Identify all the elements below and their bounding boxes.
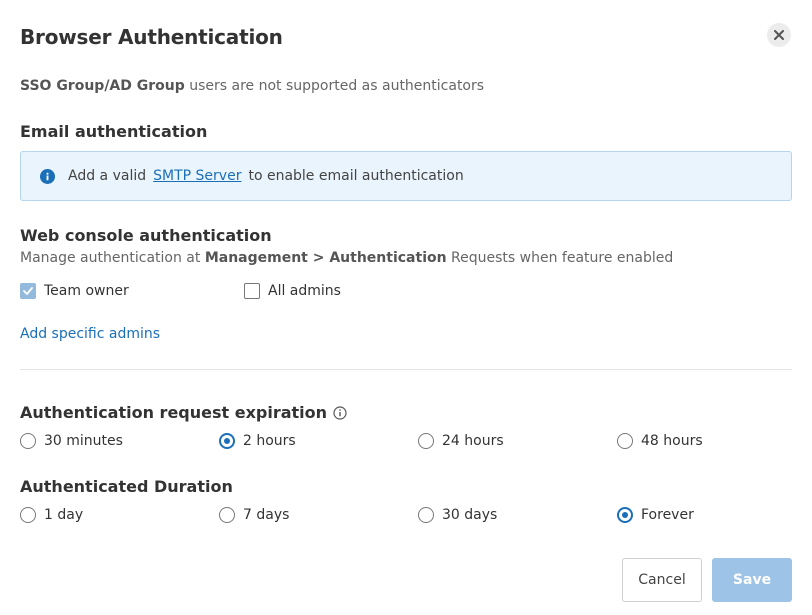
expiration-option-30-minutes[interactable]: 30 minutes	[20, 433, 123, 449]
smtp-info-banner: Add a valid SMTP Server to enable email …	[20, 151, 792, 201]
add-specific-admins-link[interactable]: Add specific admins	[20, 326, 160, 342]
radio-button[interactable]	[20, 433, 36, 449]
expiration-title-row: Authentication request expiration	[20, 403, 347, 422]
expiration-title: Authentication request expiration	[20, 403, 328, 422]
desc-path: Management > Authentication	[204, 250, 447, 266]
all-admins-checkbox[interactable]	[244, 283, 260, 299]
dialog-title: Browser Authentication	[20, 25, 283, 49]
radio-button-selected[interactable]	[617, 507, 633, 523]
team-owner-label: Team owner	[44, 283, 129, 299]
info-text-before: Add a valid	[68, 168, 147, 184]
expiration-option-24-hours[interactable]: 24 hours	[418, 433, 504, 449]
radio-button[interactable]	[418, 507, 434, 523]
duration-option-30-days[interactable]: 30 days	[418, 507, 497, 523]
radio-label: 24 hours	[442, 433, 504, 449]
radio-label: 2 hours	[243, 433, 296, 449]
info-text-after: to enable email authentication	[248, 168, 464, 184]
desc-prefix: Manage authentication at	[20, 250, 205, 266]
sso-note-bold: SSO Group/AD Group	[20, 78, 185, 94]
team-owner-checkbox[interactable]	[20, 283, 36, 299]
duration-option-forever[interactable]: Forever	[617, 507, 694, 523]
desc-suffix: Requests when feature enabled	[446, 250, 674, 266]
all-admins-checkbox-row[interactable]: All admins	[244, 283, 341, 299]
radio-label: 30 days	[442, 507, 498, 523]
radio-button[interactable]	[20, 507, 36, 523]
radio-label: 30 minutes	[44, 433, 123, 449]
checkmark-icon	[23, 287, 33, 295]
team-owner-checkbox-row[interactable]: Team owner	[20, 283, 129, 299]
radio-button[interactable]	[418, 433, 434, 449]
radio-button-selected[interactable]	[219, 433, 235, 449]
sso-note: SSO Group/AD Group users are not support…	[20, 78, 484, 94]
all-admins-label: All admins	[268, 283, 341, 299]
cancel-button[interactable]: Cancel	[622, 558, 702, 602]
smtp-server-link[interactable]: SMTP Server	[153, 168, 241, 184]
radio-label: 48 hours	[641, 433, 703, 449]
radio-label: 7 days	[243, 507, 290, 523]
radio-label: 1 day	[44, 507, 84, 523]
email-auth-title: Email authentication	[20, 122, 208, 141]
browser-authentication-dialog: Browser Authentication SSO Group/AD Grou…	[0, 0, 812, 615]
section-divider	[20, 369, 792, 370]
duration-option-1-day[interactable]: 1 day	[20, 507, 83, 523]
web-console-description: Manage authentication at Management > Au…	[20, 250, 673, 266]
save-button[interactable]: Save	[712, 558, 792, 602]
radio-button[interactable]	[617, 433, 633, 449]
sso-note-text: users are not supported as authenticator…	[184, 78, 485, 94]
info-icon	[40, 168, 55, 184]
radio-button[interactable]	[219, 507, 235, 523]
web-console-auth-title: Web console authentication	[20, 226, 272, 245]
expiration-option-2-hours[interactable]: 2 hours	[219, 433, 296, 449]
duration-title: Authenticated Duration	[20, 477, 233, 496]
duration-option-7-days[interactable]: 7 days	[219, 507, 289, 523]
expiration-option-48-hours[interactable]: 48 hours	[617, 433, 703, 449]
info-outline-icon[interactable]	[333, 405, 347, 420]
radio-label: Forever	[641, 507, 694, 523]
close-button[interactable]	[767, 23, 791, 47]
close-icon	[774, 30, 784, 40]
